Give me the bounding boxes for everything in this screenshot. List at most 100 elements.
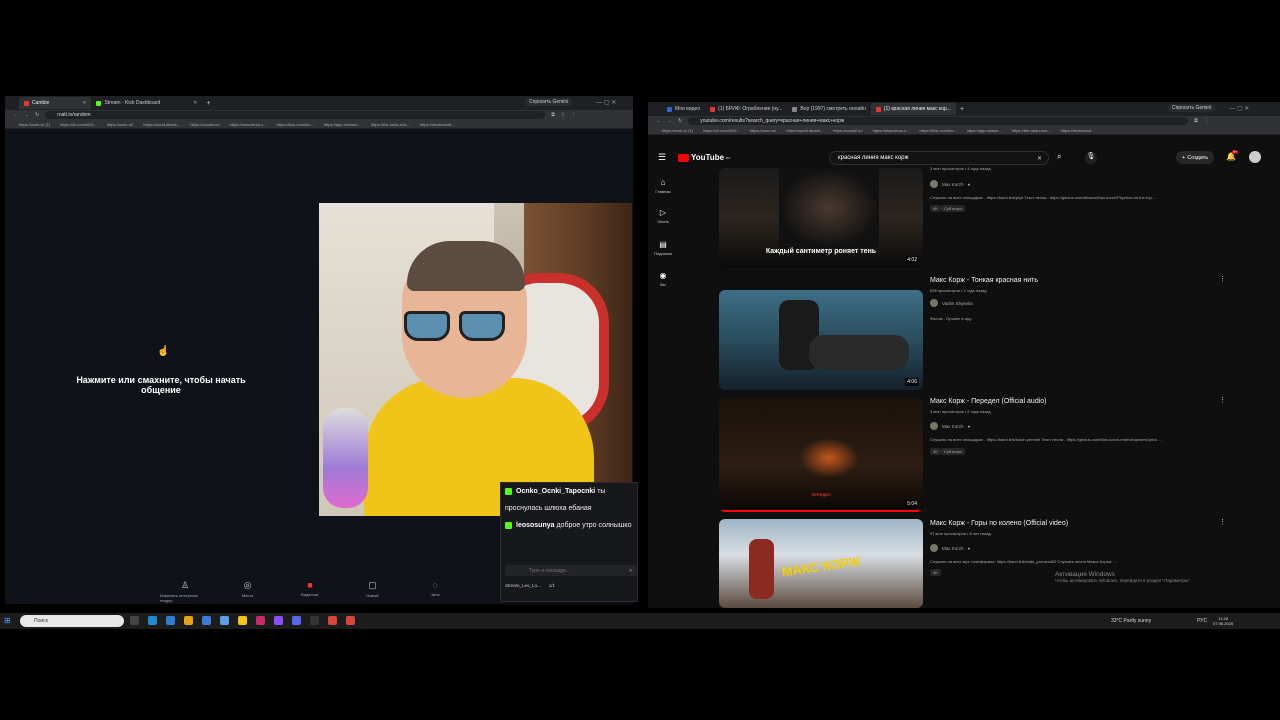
- tab-cambie[interactable]: Cambie ✕: [19, 97, 92, 109]
- video-title[interactable]: Макс Корж - Тонкая красная нить: [930, 277, 1038, 284]
- youtube-logo[interactable]: YouTube RU: [678, 153, 730, 162]
- menu-icon[interactable]: ⋮: [571, 112, 576, 118]
- window-controls[interactable]: — ▢ ✕: [1229, 105, 1249, 112]
- tab-kick-dashboard[interactable]: Stream - Kick Dashboard ✕: [91, 97, 202, 109]
- explorer-icon[interactable]: [238, 616, 247, 625]
- tab-my-videos[interactable]: Мои видео: [662, 103, 705, 115]
- bookmark[interactable]: https://the-radio.ru/s...: [1012, 128, 1051, 133]
- new-tab-button[interactable]: +: [207, 100, 211, 107]
- app-icon[interactable]: [310, 616, 319, 625]
- gemini-button[interactable]: Спросить Gemini: [525, 98, 573, 106]
- chat-input[interactable]: Type a message... ➤: [505, 565, 637, 576]
- search-icon[interactable]: ⌕: [1057, 152, 1061, 162]
- channel-avatar: [930, 299, 938, 307]
- tab-search-results[interactable]: (1) красная линия макс кор...: [870, 103, 956, 115]
- sidebar-item-you[interactable]: ◉ Вы: [652, 271, 674, 287]
- reload-icon[interactable]: ↻: [35, 112, 39, 118]
- bookmark[interactable]: https://deotionsoft...: [420, 122, 455, 127]
- bookmark[interactable]: https://deotionsof...: [1061, 128, 1095, 133]
- weather-widget[interactable]: 33°C Partly sunny: [1111, 618, 1151, 624]
- app-icon[interactable]: [220, 616, 229, 625]
- channel-link[interactable]: Max Korzh ●: [930, 180, 970, 188]
- back-icon[interactable]: ←: [656, 118, 661, 124]
- app-icon[interactable]: [274, 616, 283, 625]
- bookmark[interactable]: https://www.temu.c...: [230, 122, 267, 127]
- tab-brif[interactable]: (1) БРИФ: Ограбление (ну...: [705, 103, 787, 115]
- gemini-button[interactable]: Спросить Gemini: [1168, 104, 1216, 112]
- nav-place[interactable]: ◎ Место: [223, 580, 273, 600]
- app-icon[interactable]: [256, 616, 265, 625]
- bookmark[interactable]: https://the-radio.ru/s...: [371, 122, 410, 127]
- new-tab-button[interactable]: +: [960, 106, 964, 113]
- bookmark[interactable]: https://ozon.ru/: [107, 122, 133, 127]
- channel-link[interactable]: Max Korzh ●: [930, 422, 970, 430]
- voice-search-icon[interactable]: 🎙: [1085, 152, 1097, 164]
- tab-vor[interactable]: Вор (1997) смотреть онлайн: [787, 103, 871, 115]
- video-thumbnail[interactable]: Каждый сантиметр роняет тень 4:02: [719, 168, 923, 268]
- taskbar-search-input[interactable]: Поиск: [20, 615, 124, 627]
- sidebar-item-shorts[interactable]: ▷ Shorts: [652, 208, 674, 224]
- url-field[interactable]: youtube.com/results?search_query=красная…: [688, 117, 1189, 125]
- windows-start-icon[interactable]: ⊞: [4, 616, 11, 625]
- channel-link[interactable]: Max Korzh ●: [930, 544, 970, 552]
- chrome-icon[interactable]: [328, 616, 337, 625]
- clock[interactable]: 11:28 07.08.2025: [1213, 616, 1233, 626]
- nav-chats[interactable]: ◌ Чаты: [410, 580, 460, 600]
- language-indicator[interactable]: РУС: [1197, 618, 1207, 624]
- star-icon[interactable]: ☆: [561, 112, 565, 118]
- clear-search-icon[interactable]: ✕: [1037, 155, 1042, 162]
- sidebar-item-home[interactable]: ⌂ Главная: [652, 178, 674, 194]
- more-options-icon[interactable]: ⋮: [1219, 396, 1226, 404]
- nav-interests[interactable]: ♙ Изменить интересы/гендер: [160, 580, 210, 603]
- more-options-icon[interactable]: ⋮: [1219, 518, 1226, 526]
- bookmark[interactable]: https://world.dbank...: [786, 128, 823, 133]
- more-options-icon[interactable]: ⋮: [1219, 275, 1226, 283]
- edge-icon[interactable]: [148, 616, 157, 625]
- bookmark[interactable]: https://vocabl.ru/: [833, 128, 862, 133]
- task-view-icon[interactable]: [130, 616, 139, 625]
- steam-icon[interactable]: [166, 616, 175, 625]
- bookmark[interactable]: https://world.dbank...: [143, 122, 180, 127]
- bookmark[interactable]: https://kick.com/leo...: [919, 128, 956, 133]
- nav-new[interactable]: ▢ Новый: [348, 580, 398, 600]
- reload-icon[interactable]: ↻: [678, 118, 682, 124]
- window-controls[interactable]: — ▢ ✕: [596, 99, 616, 106]
- menu-icon[interactable]: ⋮: [1204, 118, 1209, 124]
- hamburger-menu-icon[interactable]: ☰: [658, 152, 666, 163]
- bookmark[interactable]: https://www.temu.c...: [873, 128, 910, 133]
- bookmark[interactable]: https://app.roniwe...: [967, 128, 1002, 133]
- start-chat-prompt[interactable]: Нажмите или смахните, чтобы начать общен…: [56, 375, 266, 395]
- bookmark[interactable]: https://mail.ru/ (1): [662, 128, 693, 133]
- forward-icon[interactable]: →: [667, 118, 672, 124]
- bookmark[interactable]: https://vk.com/id19...: [60, 122, 97, 127]
- bookmark[interactable]: https://vk.com/id19...: [703, 128, 740, 133]
- youtube-search-input[interactable]: красная линия макс корж ✕: [829, 151, 1049, 165]
- chrome-icon[interactable]: [346, 616, 355, 625]
- send-icon[interactable]: ➤: [629, 568, 633, 574]
- bookmark[interactable]: https://ozon.ru/: [750, 128, 776, 133]
- extensions-icon[interactable]: ⧉: [551, 112, 555, 118]
- avatar[interactable]: [1249, 151, 1261, 163]
- bookmark[interactable]: https://mail.ru/ (1): [19, 122, 50, 127]
- video-title[interactable]: Макс Корж - Передел (Official audio): [930, 398, 1047, 405]
- video-thumbnail[interactable]: 4:06: [719, 290, 923, 390]
- app-icon[interactable]: [202, 616, 211, 625]
- nav-videochat[interactable]: ■ Видеочат: [285, 580, 335, 600]
- stream-label[interactable]: Stream_Leo_Lo...: [505, 583, 541, 588]
- bookmark[interactable]: https://app.roniwee...: [324, 122, 361, 127]
- url-field[interactable]: roalt.tv/random: [45, 111, 546, 119]
- discord-icon[interactable]: [292, 616, 301, 625]
- app-icon[interactable]: [184, 616, 193, 625]
- extensions-icon[interactable]: ⧉: [1194, 118, 1198, 124]
- sidebar-item-subscriptions[interactable]: ▤ Подписки: [652, 240, 674, 256]
- create-button[interactable]: + Создать: [1176, 151, 1215, 164]
- video-thumbnail[interactable]: ПЕРЕДЕЛ 5:04: [719, 398, 923, 512]
- video-title[interactable]: Макс Корж - Горы по колено (Official vid…: [930, 520, 1068, 527]
- bookmark[interactable]: https://kick.com/leo...: [276, 122, 313, 127]
- bookmark[interactable]: https://vocabl.ru/: [190, 122, 219, 127]
- forward-icon[interactable]: →: [24, 112, 29, 118]
- video-thumbnail[interactable]: МАКС КОРЖ: [719, 519, 923, 608]
- channel-link[interactable]: Vadim Shykelia: [930, 299, 973, 307]
- back-icon[interactable]: ←: [13, 112, 18, 118]
- tab-label: (1) красная линия макс кор...: [883, 106, 951, 112]
